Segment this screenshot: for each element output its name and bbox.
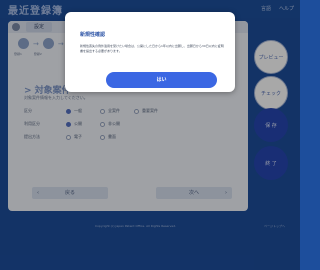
dialog-message: 新規性喪失の例外適用を受けたい場合は、公開にした日から1年以内に出願し、出願日か… bbox=[80, 44, 224, 53]
confirm-dialog: 新規性確認 新規性喪失の例外適用を受けたい場合は、公開にした日から1年以内に出願… bbox=[65, 12, 235, 92]
dialog-title: 新規性確認 bbox=[80, 32, 106, 38]
ok-button[interactable]: はい bbox=[106, 72, 217, 88]
